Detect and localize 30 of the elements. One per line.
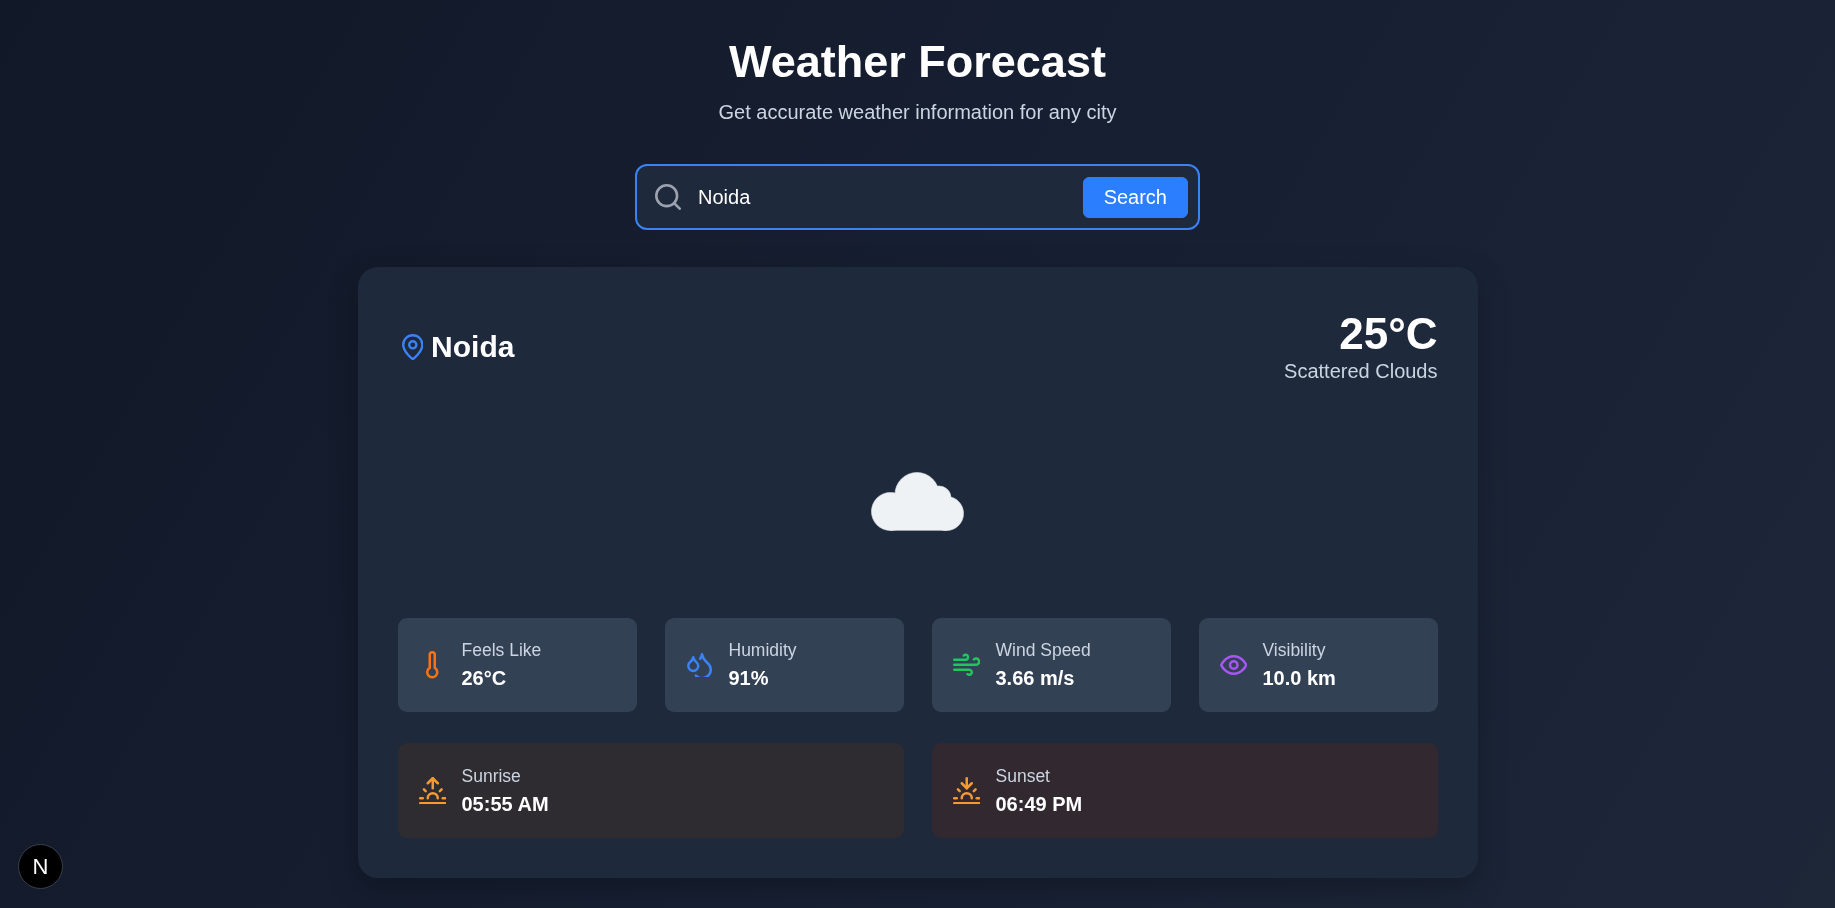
weather-description: Scattered Clouds xyxy=(1284,359,1438,384)
sunrise-icon xyxy=(418,776,447,805)
tile-label: Humidity xyxy=(728,639,797,661)
cloud-icon xyxy=(870,471,965,531)
search-input[interactable]: Noida xyxy=(698,181,1069,213)
logo-button[interactable]: N xyxy=(18,844,63,889)
thermometer-icon xyxy=(426,651,439,679)
tile-label: Visibility xyxy=(1262,639,1327,661)
search-icon xyxy=(655,184,681,210)
map-pin-icon xyxy=(401,333,424,361)
tile-value: 3.66 m/s xyxy=(995,666,1076,691)
tile-label: Sunset xyxy=(995,764,1051,787)
tile-label: Sunrise xyxy=(461,764,522,787)
temperature-reading: 25°C xyxy=(1339,310,1438,358)
tile-value: 05:55 AM xyxy=(461,791,549,817)
eye-icon xyxy=(1219,655,1248,675)
wind-icon xyxy=(952,653,981,677)
tile-value: 06:49 PM xyxy=(995,791,1083,817)
page-title: Weather Forecast xyxy=(729,35,1106,89)
tile-label: Feels Like xyxy=(461,639,542,661)
tile-value: 91% xyxy=(728,666,770,691)
page-subtitle: Get accurate weather information for any city xyxy=(718,100,1117,125)
city-name: Noida xyxy=(431,329,515,365)
search-button[interactable]: Search xyxy=(1082,176,1188,218)
tile-value: 26°C xyxy=(461,666,508,691)
droplets-icon xyxy=(687,653,712,677)
sunset-icon xyxy=(952,776,981,805)
tile-value: 10.0 km xyxy=(1262,666,1336,691)
search-field[interactable]: Noida Search xyxy=(635,164,1200,230)
tile-label: Wind Speed xyxy=(995,639,1091,661)
